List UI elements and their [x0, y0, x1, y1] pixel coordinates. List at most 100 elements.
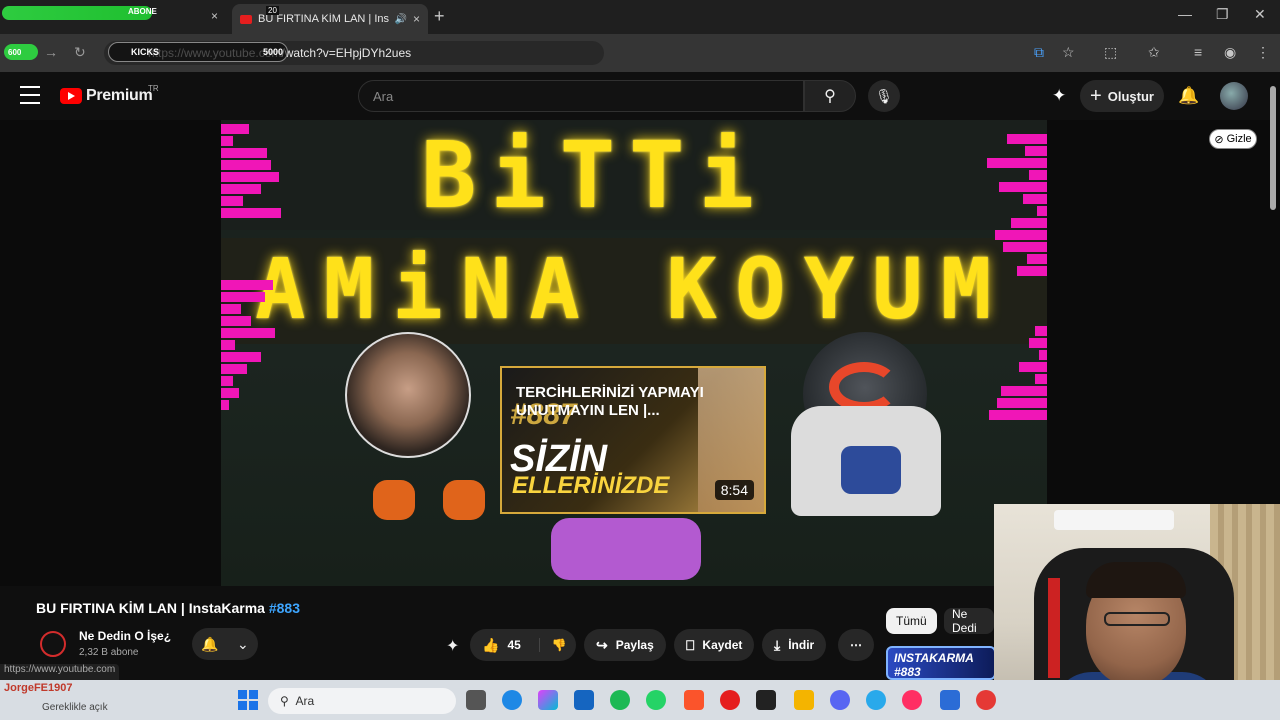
copilot-icon[interactable] — [538, 690, 558, 710]
channel-name[interactable]: Ne Dedin O İşe¿ — [79, 629, 171, 643]
chip-channel[interactable]: Ne Dedi — [944, 608, 994, 634]
voice-search-button[interactable]: 🎙 — [868, 80, 900, 112]
equalizer-bar — [221, 160, 271, 170]
windows-start-icon[interactable] — [238, 690, 258, 710]
close-window-button[interactable]: ✕ — [1254, 6, 1266, 23]
equalizer-bar — [221, 172, 279, 182]
equalizer-bar — [221, 304, 241, 314]
bell-icon: 🔔 — [201, 635, 219, 652]
related-video-thumbnail[interactable]: INSTAKARMA #883 — [886, 646, 996, 680]
equalizer-bar — [1019, 362, 1047, 372]
video-hashtag[interactable]: #883 — [269, 600, 300, 616]
taskbar-search[interactable]: ⚲ Ara — [268, 688, 456, 714]
share-button[interactable]: ↪ Paylaş — [584, 629, 666, 661]
favorites-icon[interactable]: ✩ — [1148, 44, 1160, 61]
equalizer-bar — [1011, 218, 1047, 228]
subscriber-count: 2,32 B abone — [79, 647, 139, 658]
embedded-video-card[interactable]: #887 TERCİHLERİNİZİ YAPMAYI UNUTMAYIN LE… — [500, 366, 766, 514]
equalizer-bar — [1001, 386, 1047, 396]
tab-close-icon[interactable]: × — [413, 12, 420, 26]
pixel-bear — [791, 406, 941, 516]
gemini-ask-icon[interactable]: ✦ — [446, 636, 459, 656]
chrome-icon[interactable] — [976, 690, 996, 710]
forward-icon[interactable]: → — [44, 44, 58, 60]
thumbs-down-icon[interactable]: 👎 — [538, 638, 567, 652]
equalizer-bar — [1017, 266, 1047, 276]
pixel-paws — [551, 518, 701, 580]
search-button[interactable]: ⚲ — [804, 80, 856, 112]
bookmark-icon: ⎕ — [686, 636, 695, 653]
equalizer-bar — [1025, 146, 1047, 156]
equalizer-bar — [987, 158, 1047, 168]
account-avatar[interactable] — [1220, 82, 1248, 110]
equalizer-bar — [221, 292, 265, 302]
new-tab-button[interactable]: + — [434, 6, 445, 27]
whatsapp-icon[interactable] — [646, 690, 666, 710]
youtube-header: Premium TR Ara ⚲ 🎙 ✦ + Oluştur 🔔 — [0, 72, 1280, 120]
create-label: Oluştur — [1107, 88, 1154, 104]
page-scrollbar[interactable] — [1270, 86, 1276, 210]
equalizer-bar — [221, 208, 281, 218]
bookmark-star-icon[interactable]: ☆ — [1062, 44, 1075, 61]
opera-icon[interactable] — [720, 690, 740, 710]
app-icon[interactable] — [940, 690, 960, 710]
browser-tab-active[interactable]: 20 BU FIRTINA KİM LAN | Insta 🔊 × — [232, 4, 428, 34]
like-button[interactable]: 👍 45 👎 — [470, 629, 576, 661]
search-icon: ⚲ — [824, 88, 836, 105]
download-button[interactable]: ⤓ İndir — [762, 629, 827, 661]
vscode-icon[interactable] — [574, 690, 594, 710]
news-widget-title[interactable]: JorgeFE1907 — [4, 682, 72, 694]
subscription-bell-button[interactable]: 🔔 ⌄ — [192, 628, 258, 660]
equalizer-bar — [221, 400, 229, 410]
equalizer-bar — [1007, 134, 1047, 144]
restore-button[interactable]: ❐ — [1216, 6, 1229, 23]
minimize-button[interactable]: — — [1178, 6, 1192, 22]
edge-icon[interactable] — [502, 690, 522, 710]
cast-icon[interactable]: ⧉ — [1034, 44, 1044, 61]
channel-avatar[interactable] — [40, 631, 66, 657]
task-view-icon[interactable] — [466, 690, 486, 710]
youtube-premium-logo[interactable]: Premium TR — [60, 84, 159, 105]
cam-streamer-glasses — [1104, 612, 1170, 626]
cam-chair-stripe — [1048, 578, 1060, 678]
browser-tab-1[interactable]: ABONE × — [0, 4, 228, 30]
equalizer-bar — [1023, 194, 1047, 204]
reload-icon[interactable]: ↻ — [74, 44, 86, 61]
file-explorer-icon[interactable] — [794, 690, 814, 710]
speaker-icon[interactable]: 🔊 — [395, 14, 407, 25]
spotify-icon[interactable] — [610, 690, 630, 710]
equalizer-bar — [1039, 350, 1047, 360]
taskbar-search-label: Ara — [295, 694, 315, 708]
browser-menu-icon[interactable]: ⋮ — [1256, 44, 1270, 61]
create-button[interactable]: + Oluştur — [1080, 80, 1164, 112]
equalizer-bar — [221, 196, 243, 206]
chevron-down-icon: ⌄ — [237, 635, 249, 652]
tab-close-icon[interactable]: × — [211, 9, 218, 23]
telegram-icon[interactable] — [866, 690, 886, 710]
profile-icon[interactable]: ◉ — [1224, 44, 1236, 61]
save-button[interactable]: ⎕ Kaydet — [674, 629, 755, 661]
game-app-icon[interactable] — [756, 690, 776, 710]
reading-list-icon[interactable]: ≡ — [1194, 44, 1202, 60]
more-actions-button[interactable]: ⋯ — [838, 629, 874, 661]
hide-button[interactable]: ⊘ Gizle — [1209, 129, 1257, 149]
overlay-counter-pill: 600 — [4, 44, 38, 60]
host-face-circle — [345, 332, 471, 458]
gemini-icon[interactable]: ✦ — [1052, 86, 1066, 106]
kicks-overlay: KICKS 5000 — [108, 42, 288, 62]
download-label: İndir — [788, 638, 815, 652]
opera-gx-icon[interactable] — [902, 690, 922, 710]
discord-icon[interactable] — [830, 690, 850, 710]
search-input[interactable]: Ara — [358, 80, 804, 112]
kicks-count: 5000 — [262, 47, 283, 57]
card-big-text-2: ELLERİNİZDE — [512, 472, 670, 499]
overlay-subscribe-label: ABONE — [128, 7, 157, 16]
news-widget-sub: Gereklikle açık — [42, 702, 108, 713]
notifications-bell-icon[interactable]: 🔔 — [1178, 86, 1199, 106]
hamburger-menu-icon[interactable] — [20, 86, 40, 104]
extensions-icon[interactable]: ⬚ — [1104, 44, 1117, 61]
browser-tab-strip: ABONE × 20 BU FIRTINA KİM LAN | Insta 🔊 … — [0, 0, 1280, 34]
brave-icon[interactable] — [684, 690, 704, 710]
video-title-text: BU FIRTINA KİM LAN | InstaKarma — [36, 600, 269, 616]
chip-all[interactable]: Tümü — [886, 608, 937, 634]
